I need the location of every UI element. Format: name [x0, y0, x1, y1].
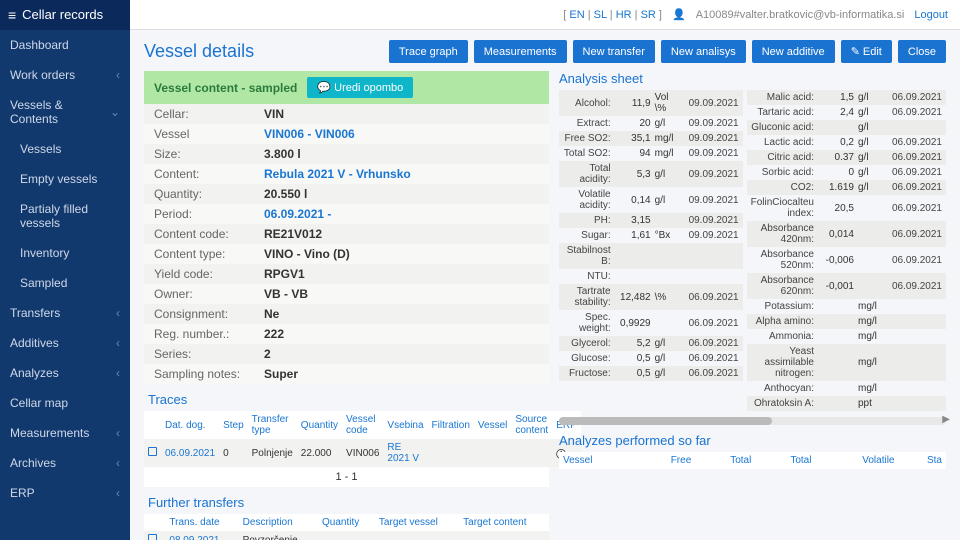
analyzes-performed-title: Analyzes performed so far: [559, 433, 946, 448]
sidebar-item-cellarmap[interactable]: Cellar map: [0, 388, 130, 418]
analysis-row: Spec. weight:0,992906.09.2021: [559, 310, 743, 336]
analysis-row: Ammonia:mg/l: [747, 329, 946, 344]
table-row[interactable]: 08.09.2021Povzorčenje: [144, 531, 549, 540]
brand: ≡ Cellar records: [0, 0, 130, 30]
further-transfers-title: Further transfers: [144, 495, 549, 510]
analysis-row: Sorbic acid:0g/l06.09.2021: [747, 165, 946, 180]
row-icon[interactable]: [148, 534, 157, 540]
analysis-row: Citric acid:0.37g/l06.09.2021: [747, 150, 946, 165]
lang-en[interactable]: EN: [569, 9, 584, 21]
analysis-row: Absorbance 620nm:-0,00106.09.2021: [747, 273, 946, 299]
analysis-row: Lactic acid:0,2g/l06.09.2021: [747, 135, 946, 150]
sidebar-item-workorders[interactable]: Work orders: [0, 60, 130, 90]
sidebar-item-archives[interactable]: Archives: [0, 448, 130, 478]
analysis-row: Absorbance 520nm:-0,00606.09.2021: [747, 247, 946, 273]
lang-sl[interactable]: SL: [594, 9, 607, 21]
close-button[interactable]: Close: [898, 40, 946, 63]
trace-graph-button[interactable]: Trace graph: [389, 40, 468, 63]
analysis-row: Stabilnost B:: [559, 243, 743, 269]
brand-title: Cellar records: [22, 7, 103, 22]
analysis-row: CO2:1.619g/l06.09.2021: [747, 180, 946, 195]
page-title: Vessel details: [144, 41, 254, 62]
traces-table: Dat. dog.StepTransfer type QuantityVesse…: [144, 411, 581, 467]
analysis-row: Alpha amino:mg/l: [747, 314, 946, 329]
new-analysis-button[interactable]: New analisys: [661, 40, 746, 63]
analysis-row: Tartrate stability:12,482\%06.09.2021: [559, 284, 743, 310]
sidebar: Dashboard Work orders Vessels & Contents…: [0, 30, 130, 540]
analysis-row: Tartaric acid:2,4g/l06.09.2021: [747, 105, 946, 120]
sidebar-item-measurements[interactable]: Measurements: [0, 418, 130, 448]
speech-icon: 💬: [317, 82, 331, 94]
vessel-content-panel: Vessel content - sampled 💬 Uredi opombo: [144, 71, 549, 104]
analysis-left-col: Alcohol:11,9Vol \%09.09.2021Extract:20g/…: [559, 90, 743, 411]
edit-note-button[interactable]: 💬 Uredi opombo: [307, 77, 413, 98]
content-link[interactable]: Rebula 2021 V - Vrhunsko: [264, 167, 539, 181]
analysis-sheet-title: Analysis sheet: [559, 71, 946, 86]
analysis-row: Free SO2:35,1mg/l09.09.2021: [559, 131, 743, 146]
sidebar-item-analyzes[interactable]: Analyzes: [0, 358, 130, 388]
sidebar-sub-empty[interactable]: Empty vessels: [0, 164, 130, 194]
h-scrollbar[interactable]: ▶: [559, 417, 946, 425]
analysis-row: Gluconic acid:g/l: [747, 120, 946, 135]
chevron-right-icon[interactable]: ▶: [942, 414, 950, 425]
analysis-right-col: Malic acid:1,5g/l06.09.2021Tartaric acid…: [747, 90, 946, 411]
table-row[interactable]: 06.09.2021 0Polnjenje 22.000VIN006 RE 20…: [144, 439, 581, 467]
panel-title: Vessel content - sampled: [154, 81, 297, 95]
analysis-row: Ohratoksin A:ppt: [747, 396, 946, 411]
details-list: Cellar:VIN VesselVIN006 - VIN006 Size:3.…: [144, 104, 549, 384]
sidebar-item-dashboard[interactable]: Dashboard: [0, 30, 130, 60]
lang-hr[interactable]: HR: [616, 9, 632, 21]
lang-switch: [ EN | SL | HR | SR ]: [563, 9, 662, 21]
logout-link[interactable]: Logout: [914, 9, 948, 21]
analysis-row: Glucose:0,5g/l06.09.2021: [559, 351, 743, 366]
analyzes-performed-table: Vessel Free Total Total Volatile Sta: [559, 452, 946, 469]
analysis-row: Malic acid:1,5g/l06.09.2021: [747, 90, 946, 105]
lang-sr[interactable]: SR: [641, 9, 656, 21]
sidebar-item-additives[interactable]: Additives: [0, 328, 130, 358]
analysis-row: Sugar:1,61°Bx09.09.2021: [559, 228, 743, 243]
sidebar-item-erp[interactable]: ERP: [0, 478, 130, 508]
measurements-button[interactable]: Measurements: [474, 40, 567, 63]
user-icon: 👤: [672, 8, 686, 21]
analysis-row: FolinCiocalteu index:20,506.09.2021: [747, 195, 946, 221]
sidebar-sub-vessels[interactable]: Vessels: [0, 134, 130, 164]
edit-button[interactable]: ✎Edit: [841, 40, 892, 63]
analysis-row: Potassium:mg/l: [747, 299, 946, 314]
analysis-row: Anthocyan:mg/l: [747, 381, 946, 396]
new-transfer-button[interactable]: New transfer: [573, 40, 655, 63]
analysis-row: Absorbance 420nm:0,01406.09.2021: [747, 221, 946, 247]
analysis-row: Yeast assimilable nitrogen:mg/l: [747, 344, 946, 381]
analysis-row: PH:3,1509.09.2021: [559, 213, 743, 228]
traces-title: Traces: [144, 392, 549, 407]
analysis-row: Total acidity:5,3g/l09.09.2021: [559, 161, 743, 187]
new-additive-button[interactable]: New additive: [752, 40, 835, 63]
vessel-link[interactable]: VIN006 - VIN006: [264, 127, 539, 141]
analysis-row: NTU:: [559, 269, 743, 284]
sidebar-sub-sampled[interactable]: Sampled: [0, 268, 130, 298]
sidebar-item-transfers[interactable]: Transfers: [0, 298, 130, 328]
row-icon[interactable]: [148, 447, 157, 456]
pager: 1 - 1: [144, 467, 549, 487]
menu-icon[interactable]: ≡: [8, 7, 16, 23]
analysis-row: Fructose:0,5g/l06.09.2021: [559, 366, 743, 381]
analysis-row: Total SO2:94mg/l09.09.2021: [559, 146, 743, 161]
pencil-icon: ✎: [851, 46, 860, 58]
sidebar-sub-inventory[interactable]: Inventory: [0, 238, 130, 268]
analysis-row: Volatile acidity:0,14g/l09.09.2021: [559, 187, 743, 213]
user-label: A10089#valter.bratkovic@vb-informatika.s…: [696, 9, 905, 21]
further-transfers-table: Trans. dateDescriptionQuantity Target ve…: [144, 514, 549, 540]
analysis-row: Glycerol:5,2g/l06.09.2021: [559, 336, 743, 351]
analysis-row: Alcohol:11,9Vol \%09.09.2021: [559, 90, 743, 116]
sidebar-sub-partial[interactable]: Partialy filled vessels: [0, 194, 130, 238]
sidebar-item-vessels[interactable]: Vessels & Contents: [0, 90, 130, 134]
analysis-row: Extract:20g/l09.09.2021: [559, 116, 743, 131]
